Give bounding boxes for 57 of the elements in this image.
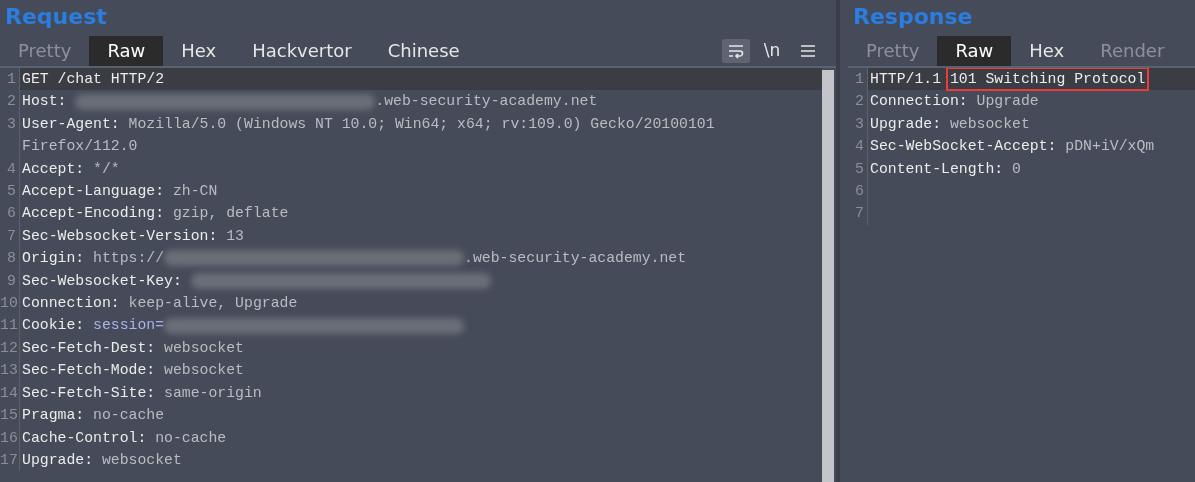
code-line: Upgrade: websocket bbox=[21, 450, 183, 470]
line-number: 14 bbox=[0, 381, 20, 405]
line-text: HTTP/1.1 bbox=[870, 71, 943, 87]
code-line: Accept-Encoding: gzip, deflate bbox=[21, 204, 290, 224]
panel-title: Request bbox=[4, 3, 108, 31]
line-number: 7 bbox=[848, 202, 868, 225]
header-name: Host: bbox=[22, 93, 68, 110]
code-line: Sec-Fetch-Mode: websocket bbox=[21, 361, 245, 381]
code-line: Accept: */* bbox=[21, 159, 121, 179]
tab[interactable]: Chinese bbox=[369, 36, 478, 66]
tab[interactable]: Hex bbox=[1011, 36, 1083, 66]
header-value: .web-security-academy.net bbox=[375, 93, 598, 110]
newline-toggle[interactable]: \n bbox=[758, 39, 786, 63]
line-number: 9 bbox=[0, 269, 20, 293]
line-number: 8 bbox=[0, 247, 20, 270]
code-line: Cache-Control: no-cache bbox=[21, 428, 228, 448]
code-line: Upgrade: websocket bbox=[869, 114, 1031, 134]
line-number: 17 bbox=[0, 448, 20, 472]
code-line: Accept-Language: zh-CN bbox=[21, 182, 219, 202]
code-line: User-Agent: Mozilla/5.0 (Windows NT 10.0; Win64; x64; rv:109.0) Gecko/20100101 Firefox/112.0 bbox=[21, 114, 716, 157]
line-number: 2 bbox=[0, 90, 20, 113]
line-number: 6 bbox=[848, 180, 868, 203]
line-number: 4 bbox=[0, 157, 20, 181]
tab[interactable]: Hex bbox=[163, 36, 235, 66]
line-number: 5 bbox=[0, 180, 20, 203]
line-number: 3 bbox=[848, 112, 868, 136]
code-line: Sec-Websocket-Version: 13 bbox=[21, 226, 245, 246]
line-number: 6 bbox=[0, 202, 20, 225]
code-line: Connection: Upgrade bbox=[869, 92, 1040, 112]
wrap-icon[interactable] bbox=[722, 39, 750, 63]
line-number: 7 bbox=[0, 224, 20, 248]
code-line: Connection: keep-alive, Upgrade bbox=[21, 294, 299, 314]
line-number: 15 bbox=[0, 404, 20, 427]
code-line: Sec-Fetch-Site: same-origin bbox=[21, 383, 263, 403]
line-number: 12 bbox=[0, 336, 20, 360]
line-number: 2 bbox=[848, 90, 868, 113]
code-line: Sec-Fetch-Dest: websocket bbox=[21, 338, 245, 358]
line-number: 16 bbox=[0, 426, 20, 449]
header-name: Origin: bbox=[22, 250, 86, 267]
cookie-name: session= bbox=[93, 317, 165, 334]
panel-title: Response bbox=[852, 3, 974, 31]
tab[interactable]: Raw bbox=[937, 36, 1012, 66]
header-name: Sec-Websocket-Key: bbox=[22, 272, 183, 289]
header-value: https:// bbox=[93, 250, 165, 267]
code-line: Content-Length: 0 bbox=[869, 159, 1022, 179]
line-number: 5 bbox=[848, 157, 868, 181]
tab[interactable]: Raw bbox=[89, 36, 164, 66]
line-number: 10 bbox=[0, 292, 20, 315]
code-line: Pragma: no-cache bbox=[21, 406, 166, 426]
line-number: 11 bbox=[0, 314, 20, 337]
line-number: 13 bbox=[0, 359, 20, 382]
line-number: 3 bbox=[0, 112, 20, 158]
header-value: .web-security-academy.net bbox=[464, 250, 687, 267]
header-name: Cookie: bbox=[22, 317, 86, 334]
line-number: 4 bbox=[848, 135, 868, 158]
code-line: Sec-WebSocket-Accept: pDN+iV/xQm bbox=[869, 137, 1156, 157]
tab[interactable]: Hackvertor bbox=[234, 36, 370, 66]
